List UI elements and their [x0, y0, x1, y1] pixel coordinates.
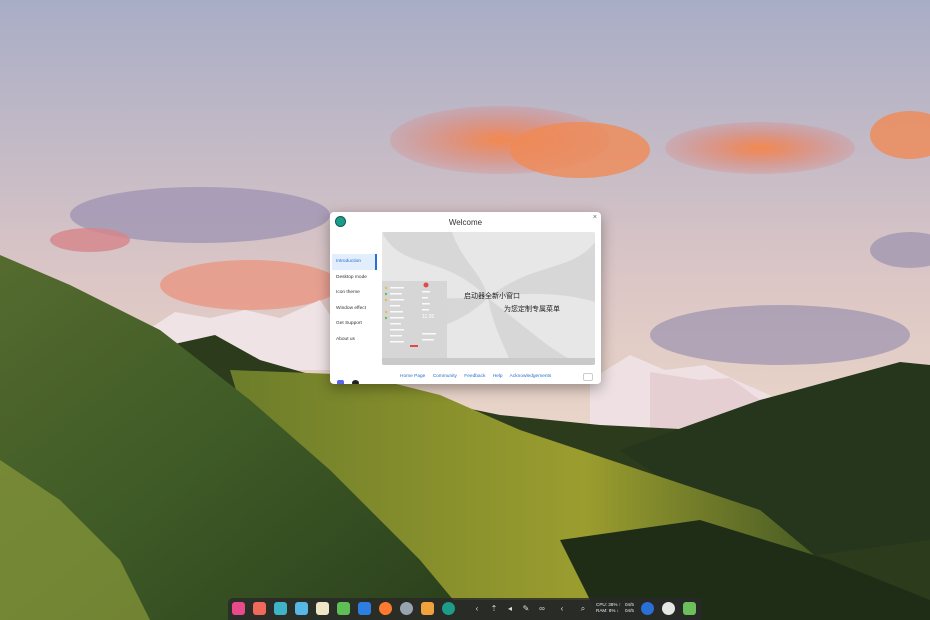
ram-usage: RAM: 8%	[596, 608, 616, 613]
social-links	[337, 373, 363, 384]
tray-collapse-arrow-icon[interactable]: ‹	[472, 604, 482, 613]
feature-preview: 11:26 启动器全新小窗口 为您定制专属菜单	[382, 232, 595, 365]
screen-recorder-icon[interactable]	[253, 602, 266, 615]
sidebar-item-get-support[interactable]: Get Support	[332, 316, 377, 332]
terminal-icon[interactable]	[337, 602, 350, 615]
firefox-icon[interactable]	[379, 602, 392, 615]
pen-icon[interactable]: ✎	[521, 604, 531, 613]
close-icon[interactable]: ×	[593, 214, 597, 221]
preview-taskbar	[382, 358, 595, 365]
theme-toggle-icon[interactable]	[583, 373, 593, 381]
footer-links: Home Page Community Feedback Help Acknow…	[400, 374, 557, 379]
deepin-logo-icon[interactable]	[662, 602, 675, 615]
sidebar-item-icon-theme[interactable]: Icon theme	[332, 285, 377, 301]
trash-icon[interactable]	[683, 602, 696, 615]
link-acknowledgements[interactable]: Acknowledgements	[510, 374, 552, 379]
link-home-page[interactable]: Home Page	[400, 374, 425, 379]
system-monitor[interactable]: CPU: 38% ↑ RAM: 8% ↓	[596, 602, 621, 614]
cpu-usage: CPU: 38%	[596, 602, 618, 607]
file-manager-icon[interactable]	[274, 602, 287, 615]
text-editor-icon[interactable]	[316, 602, 329, 615]
media-player-icon[interactable]	[358, 602, 371, 615]
sidebar-item-introduction[interactable]: Introduction	[332, 254, 377, 270]
link-help[interactable]: Help	[493, 374, 503, 379]
discord-icon[interactable]	[337, 380, 344, 384]
dialog-title: Welcome	[448, 218, 483, 227]
launcher-icon[interactable]	[232, 602, 245, 615]
settings-icon[interactable]	[400, 602, 413, 615]
welcome-dialog: Welcome × Introduction Desktop mode Icon…	[330, 212, 601, 384]
link-community[interactable]: Community	[433, 374, 457, 379]
clock-date: 04/5	[625, 608, 634, 613]
link-feedback[interactable]: Feedback	[464, 374, 485, 379]
app-store-icon[interactable]	[295, 602, 308, 615]
image-viewer-icon[interactable]	[421, 602, 434, 615]
qq-icon[interactable]	[352, 380, 360, 384]
preview-subline: 为您定制专属菜单	[504, 306, 560, 313]
upload-arrow-icon: ↑	[618, 602, 622, 607]
preview-clock: 11:26	[422, 314, 435, 320]
welcome-app-icon[interactable]	[442, 602, 455, 615]
sidebar-item-window-effect[interactable]: Window effect	[332, 301, 377, 317]
search-icon[interactable]: ⌕	[578, 604, 588, 614]
power-icon[interactable]	[641, 602, 654, 615]
volume-icon[interactable]: ◂	[505, 604, 515, 613]
preview-launcher-window: 11:26	[382, 281, 447, 359]
preview-headline: 启动器全新小窗口	[464, 293, 520, 300]
sidebar-item-about-us[interactable]: About us	[332, 332, 377, 348]
clock[interactable]: 04/5 04/5	[625, 602, 634, 614]
taskbar-dock: ‹ ⇡ ◂ ✎ ∞ ‹ ⌕ CPU: 38% ↑ RAM: 8% ↓ 04/5 …	[228, 598, 702, 620]
tray-expand-arrow-icon[interactable]: ‹	[557, 604, 567, 613]
sidebar-nav: Introduction Desktop mode Icon theme Win…	[332, 254, 377, 347]
download-arrow-icon: ↓	[616, 608, 619, 613]
tray-upload-icon[interactable]: ⇡	[489, 604, 499, 613]
link-icon[interactable]: ∞	[537, 604, 547, 613]
sidebar-item-desktop-mode[interactable]: Desktop mode	[332, 270, 377, 286]
